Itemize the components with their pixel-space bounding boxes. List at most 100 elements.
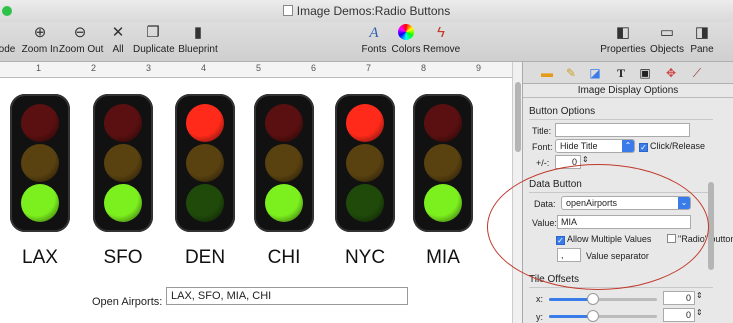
click-release-checkbox[interactable]: ✓ Click/Release bbox=[639, 141, 705, 152]
properties-button[interactable]: ◧ Properties bbox=[600, 22, 646, 55]
ruler-mark: 9 bbox=[476, 63, 482, 73]
stepper-icon[interactable]: ⇕ bbox=[696, 291, 703, 300]
y-offset-label: y: bbox=[536, 312, 544, 322]
objects-icon: ▭ bbox=[659, 24, 675, 41]
y-offset-field[interactable]: 0 bbox=[663, 308, 695, 322]
red-lamp bbox=[186, 104, 224, 142]
traffic-light-button[interactable] bbox=[335, 94, 395, 232]
x-offset-slider[interactable] bbox=[549, 298, 657, 301]
text-icon[interactable]: T bbox=[611, 65, 631, 81]
folder-icon[interactable]: ▬ bbox=[537, 65, 557, 81]
pane-label: Pane bbox=[690, 44, 714, 55]
zoom-in-label: Zoom In bbox=[21, 44, 59, 55]
mode-label: ode bbox=[0, 44, 16, 55]
highlight-circle bbox=[487, 164, 709, 290]
mode-icon bbox=[0, 22, 18, 44]
divider bbox=[529, 119, 713, 120]
green-lamp bbox=[186, 184, 224, 222]
fonts-button[interactable]: A Fonts bbox=[361, 22, 387, 55]
ruler-mark: 3 bbox=[146, 63, 152, 73]
font-select[interactable]: Hide Title ⌃ bbox=[555, 139, 635, 153]
amber-lamp bbox=[424, 144, 462, 182]
red-lamp bbox=[424, 104, 462, 142]
amber-lamp bbox=[104, 144, 142, 182]
x-offset-field[interactable]: 0 bbox=[663, 291, 695, 305]
airport-code-label: NYC bbox=[344, 247, 386, 268]
canvas-scrollbar-thumb[interactable] bbox=[515, 82, 521, 152]
ruler-mark: 7 bbox=[366, 63, 372, 73]
shapes-icon[interactable]: ◪ bbox=[585, 65, 605, 81]
stepper-icon[interactable]: ⇕ bbox=[696, 308, 703, 317]
red-lamp bbox=[104, 104, 142, 142]
pane-icon: ◨ bbox=[694, 24, 710, 41]
airport-code-label: LAX bbox=[22, 247, 58, 268]
green-lamp bbox=[346, 184, 384, 222]
wand-icon[interactable]: ⟋ bbox=[687, 65, 707, 81]
properties-icon: ◧ bbox=[615, 24, 631, 41]
horizontal-ruler: 1 2 3 4 5 6 7 8 9 bbox=[0, 62, 512, 78]
pane-button[interactable]: ◨ Pane bbox=[688, 22, 716, 55]
red-lamp bbox=[21, 104, 59, 142]
zoom-out-button[interactable]: ⊖ Zoom Out bbox=[59, 22, 104, 55]
traffic-light-button[interactable] bbox=[413, 94, 473, 232]
layout-canvas: Open Airports: LAX, SFO, MIA, CHI LAX SFO… bbox=[0, 79, 512, 323]
remove-button[interactable]: ϟ Remove bbox=[423, 22, 460, 55]
duplicate-button[interactable]: ❐ Duplicate bbox=[133, 22, 175, 55]
duplicate-label: Duplicate bbox=[133, 44, 175, 55]
window-zoom-button[interactable] bbox=[2, 6, 12, 16]
objects-button[interactable]: ▭ Objects bbox=[648, 22, 686, 55]
traffic-light-button[interactable] bbox=[10, 94, 70, 232]
all-button[interactable]: ✕ All bbox=[106, 22, 130, 55]
mode-button[interactable]: ode bbox=[0, 22, 18, 55]
green-lamp bbox=[424, 184, 462, 222]
y-offset-slider[interactable] bbox=[549, 315, 657, 318]
blueprint-label: Blueprint bbox=[178, 44, 218, 55]
green-lamp bbox=[21, 184, 59, 222]
move-icon[interactable]: ✥ bbox=[661, 65, 681, 81]
airport-code-label: CHI bbox=[267, 247, 301, 268]
x-offset-label: x: bbox=[536, 294, 544, 304]
inspector-tabs: ▬ ✎ ◪ T ▣ ✥ ⟋ bbox=[523, 62, 733, 84]
x-offset-knob[interactable] bbox=[587, 293, 599, 305]
document-icon bbox=[282, 5, 293, 16]
colors-button[interactable]: Colors bbox=[391, 22, 421, 55]
zoom-in-button[interactable]: ⊕ Zoom In bbox=[20, 22, 60, 55]
image-icon[interactable]: ▣ bbox=[635, 65, 655, 81]
blueprint-button[interactable]: ▮ Blueprint bbox=[177, 22, 219, 55]
blueprint-icon: ▮ bbox=[193, 24, 203, 41]
click-release-label: Click/Release bbox=[650, 141, 706, 151]
amber-lamp bbox=[21, 144, 59, 182]
font-select-value: Hide Title bbox=[560, 141, 598, 151]
airport-code-label: MIA bbox=[426, 247, 460, 268]
title-label: Title: bbox=[532, 126, 552, 136]
pencil-icon[interactable]: ✎ bbox=[561, 65, 581, 81]
fonts-icon: A bbox=[369, 25, 379, 41]
color-wheel-icon bbox=[391, 22, 421, 44]
y-offset-knob[interactable] bbox=[587, 310, 599, 322]
checkmark-icon: ✓ bbox=[639, 143, 648, 152]
button-options-heading: Button Options bbox=[529, 106, 596, 117]
open-airports-label: Open Airports: bbox=[92, 296, 163, 308]
green-lamp bbox=[104, 184, 142, 222]
fonts-label: Fonts bbox=[361, 44, 387, 55]
window-titlebar: Image Demos:Radio Buttons bbox=[0, 0, 733, 22]
ruler-mark: 2 bbox=[91, 63, 97, 73]
window-title: Image Demos:Radio Buttons bbox=[296, 4, 451, 18]
plus-minus-label: +/-: bbox=[536, 158, 550, 168]
traffic-light-button[interactable] bbox=[254, 94, 314, 232]
traffic-light-button[interactable] bbox=[175, 94, 235, 232]
green-lamp bbox=[265, 184, 303, 222]
font-label: Font: bbox=[532, 142, 553, 152]
inspector-title: Image Display Options bbox=[523, 84, 733, 98]
ruler-mark: 5 bbox=[256, 63, 262, 73]
zoom-out-label: Zoom Out bbox=[59, 44, 104, 55]
amber-lamp bbox=[186, 144, 224, 182]
all-label: All bbox=[112, 44, 124, 55]
title-field[interactable] bbox=[555, 123, 690, 137]
duplicate-icon: ❐ bbox=[146, 24, 160, 41]
ruler-mark: 4 bbox=[201, 63, 207, 73]
open-airports-field[interactable]: LAX, SFO, MIA, CHI bbox=[166, 287, 408, 305]
zoom-out-icon: ⊖ bbox=[73, 24, 87, 41]
traffic-light-button[interactable] bbox=[93, 94, 153, 232]
stepper-icon[interactable]: ⇕ bbox=[582, 155, 589, 164]
